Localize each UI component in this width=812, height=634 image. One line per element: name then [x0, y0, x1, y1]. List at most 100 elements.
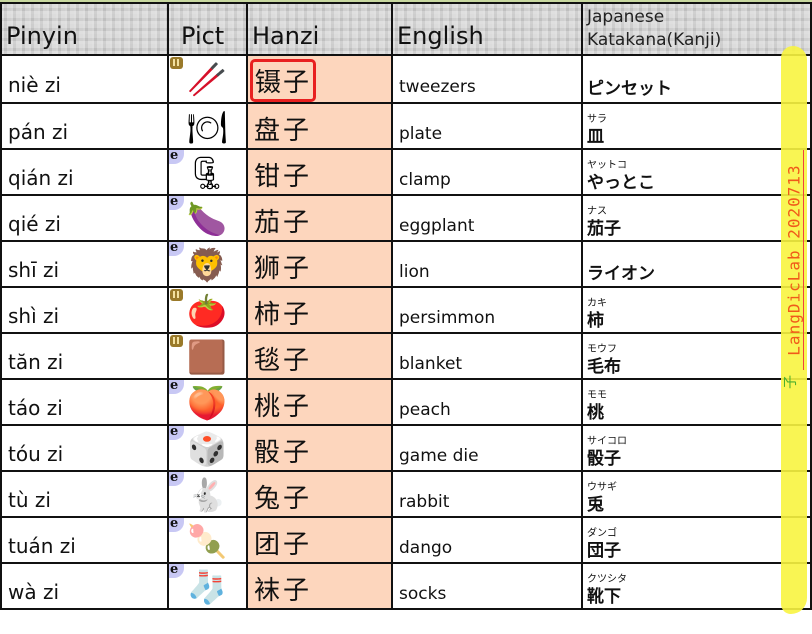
header-japanese-line2: Katakana(Kanji) — [587, 30, 722, 50]
pinyin-cell: tóu zi — [0, 424, 169, 472]
illustration-source-badge — [170, 57, 183, 69]
english: tweezers — [399, 77, 476, 97]
jp-reading: クツシタ — [587, 573, 627, 585]
hanzi: 盘子 — [254, 115, 313, 146]
hanzi: 柿子 — [254, 299, 313, 330]
pinyin: tù zi — [8, 488, 51, 512]
hanzi-cell: 柿子 — [246, 286, 393, 334]
japanese-cell: サラ皿 — [581, 102, 812, 150]
hanzi: 袜子 — [254, 575, 313, 606]
pinyin-cell: tăn zi — [0, 332, 169, 380]
header-pinyin-label: Pinyin — [6, 22, 78, 50]
jp-word: 団子 — [587, 540, 621, 561]
hanzi-cell: 盘子 — [246, 102, 393, 150]
english: persimmon — [399, 308, 496, 328]
hanzi: 团子 — [254, 529, 313, 560]
jp-word: ピンセット — [587, 78, 672, 99]
pinyin: pán zi — [8, 120, 69, 144]
pinyin-cell: qié zi — [0, 194, 169, 242]
pict-cell: 🍽 — [167, 102, 248, 150]
table-row: tuán zi e 🍡 团子 dango ダンゴ 団子 — [0, 516, 812, 564]
pinyin: niè zi — [8, 73, 61, 97]
hanzi-cell: 兔子 — [246, 470, 393, 518]
english-cell: persimmon — [391, 286, 583, 334]
header-japanese-line1: Japanese — [587, 7, 665, 27]
pinyin-cell: tù zi — [0, 470, 169, 518]
hanzi-cell: 毯子 — [246, 332, 393, 380]
emoji-source-badge: e — [170, 197, 184, 210]
persimmon-icon: 🍅 — [187, 292, 227, 330]
hanzi: 骰子 — [254, 437, 313, 468]
emoji-source-badge: e — [170, 427, 184, 440]
watermark-stamp: LangDicLab 2020713 子 — [781, 150, 807, 389]
japanese-cell: カキ柿 — [581, 286, 812, 334]
hanzi-cell: 镊子 — [246, 54, 393, 104]
peach-icon: 🍑 — [187, 384, 227, 422]
pict-cell: e 🦁 — [167, 240, 248, 288]
japanese-cell: サイコロ 骰子 — [581, 424, 812, 472]
pict-cell: e 🍑 — [167, 378, 248, 426]
japanese-cell: ヤットコ やっとこ — [581, 148, 812, 196]
pict-cell: 🥢 — [167, 54, 248, 104]
tweezers-icon: 🥢 — [187, 60, 227, 98]
header-english: English — [391, 2, 583, 56]
jp-word: 皿 — [587, 126, 604, 147]
pinyin: tăn zi — [8, 350, 64, 374]
english: dango — [399, 538, 453, 558]
hanzi-cell: 钳子 — [246, 148, 393, 196]
pinyin: shī zi — [8, 258, 60, 282]
jp-reading: サイコロ — [587, 435, 627, 447]
stamp-mark: 子 — [783, 375, 799, 389]
table-row: táo zi e 🍑 桃子 peach モモ桃 — [0, 378, 812, 426]
emoji-source-badge: e — [170, 473, 184, 486]
english: eggplant — [399, 216, 475, 236]
plate-icon: 🍽 — [186, 108, 228, 146]
pict-cell: e 🗜 — [167, 148, 248, 196]
header-pict: Pict — [167, 2, 248, 56]
pinyin: tóu zi — [8, 442, 64, 466]
header-japanese: Japanese Katakana(Kanji) — [581, 2, 812, 56]
emoji-source-badge: e — [170, 565, 184, 578]
jp-reading: ナス — [587, 205, 607, 217]
english-cell: rabbit — [391, 470, 583, 518]
english-cell: dango — [391, 516, 583, 564]
japanese-cell: クツシタ 靴下 — [581, 562, 812, 610]
jp-reading: モモ — [587, 389, 607, 401]
header-row: Pinyin Pict Hanzi English Japanese Katak… — [0, 2, 812, 56]
header-pict-label: Pict — [181, 22, 225, 50]
hanzi-cell: 袜子 — [246, 562, 393, 610]
hanzi-cell: 狮子 — [246, 240, 393, 288]
table-row: tù zi e 🐇 兔子 rabbit ウサギ兎 — [0, 470, 812, 518]
pinyin: qián zi — [8, 166, 74, 190]
english: peach — [399, 400, 451, 420]
clamp-icon: 🗜 — [186, 154, 228, 192]
jp-reading: カキ — [587, 297, 607, 309]
pict-cell: 🍅 — [167, 286, 248, 334]
table-row: shī zi e 🦁 狮子 lion ライオン — [0, 240, 812, 288]
table-row: niè zi 🥢 镊子 tweezers ピンセット — [0, 54, 812, 104]
english: blanket — [399, 354, 463, 374]
illustration-source-badge — [170, 289, 183, 301]
header-english-label: English — [397, 22, 484, 50]
english-cell: blanket — [391, 332, 583, 380]
japanese-cell: ピンセット — [581, 54, 812, 104]
pinyin: shì zi — [8, 304, 60, 328]
english: plate — [399, 124, 443, 144]
jp-reading: ヤットコ — [587, 159, 627, 171]
hanzi: 桃子 — [254, 391, 313, 422]
english: lion — [399, 262, 430, 282]
pinyin-cell: wà zi — [0, 562, 169, 610]
blanket-icon: 🟫 — [187, 338, 227, 376]
japanese-cell: ウサギ兎 — [581, 470, 812, 518]
japanese-cell: ライオン — [581, 240, 812, 288]
jp-word: ライオン — [587, 263, 655, 284]
table-row: qián zi e 🗜 钳子 clamp ヤットコ やっとこ — [0, 148, 812, 196]
english-cell: peach — [391, 378, 583, 426]
pinyin-cell: qián zi — [0, 148, 169, 196]
header-pinyin: Pinyin — [0, 2, 169, 56]
eggplant-icon: 🍆 — [187, 200, 227, 238]
hanzi-cell: 茄子 — [246, 194, 393, 242]
emoji-source-badge: e — [170, 381, 184, 394]
hanzi: 镊子 — [250, 59, 317, 101]
header-hanzi-label: Hanzi — [252, 22, 320, 50]
